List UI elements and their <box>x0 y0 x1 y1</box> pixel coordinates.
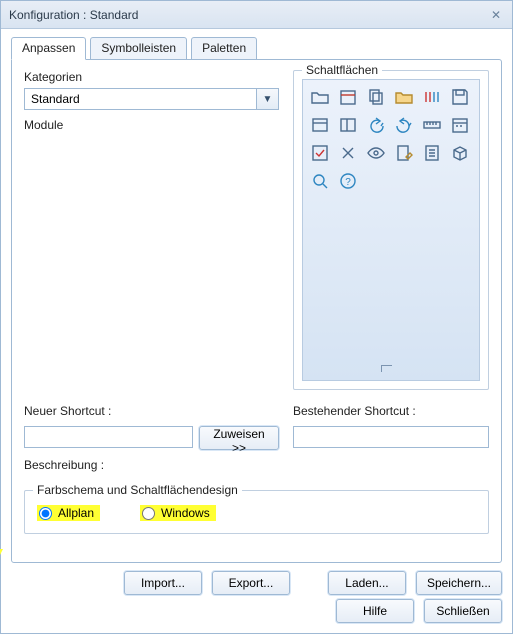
radio-allplan[interactable]: Allplan <box>37 505 100 521</box>
undo-icon[interactable] <box>365 114 387 136</box>
category-input[interactable] <box>25 89 256 109</box>
buttons-legend: Schaltflächen <box>302 63 382 77</box>
new-shortcut-label: Neuer Shortcut : <box>24 404 279 418</box>
existing-shortcut-label: Bestehender Shortcut : <box>293 404 489 418</box>
tab-anpassen[interactable]: Anpassen <box>11 37 86 60</box>
eye-icon[interactable] <box>365 142 387 164</box>
ruler-icon[interactable] <box>421 114 443 136</box>
config-dialog: Konfiguration : Standard ✕ Anpassen Symb… <box>0 0 513 634</box>
save-icon[interactable] <box>449 86 471 108</box>
window-title: Konfiguration : Standard <box>9 8 488 22</box>
radio-windows-label: Windows <box>161 506 210 520</box>
radio-allplan-input[interactable] <box>39 507 52 520</box>
open-folder-icon[interactable] <box>393 86 415 108</box>
checkbox-icon[interactable] <box>309 142 331 164</box>
tab-paletten[interactable]: Paletten <box>191 37 257 60</box>
copy-icon[interactable] <box>365 86 387 108</box>
box-icon[interactable] <box>449 142 471 164</box>
icon-panel: ? <box>302 79 480 381</box>
existing-shortcut-input[interactable] <box>293 426 489 448</box>
window-icon[interactable] <box>309 114 331 136</box>
assign-button[interactable]: Zuweisen >> <box>199 426 279 450</box>
folder-icon[interactable] <box>309 86 331 108</box>
search-zoom-icon[interactable] <box>309 170 331 192</box>
module-label: Module <box>24 118 279 132</box>
tab-strip: Anpassen Symbolleisten Paletten <box>11 37 502 60</box>
close-button[interactable]: Schließen <box>424 599 502 623</box>
help-icon[interactable]: ? <box>337 170 359 192</box>
load-button[interactable]: Laden... <box>328 571 406 595</box>
date-icon[interactable] <box>449 114 471 136</box>
redo-icon[interactable] <box>393 114 415 136</box>
save-button[interactable]: Speichern... <box>416 571 502 595</box>
calendar-icon[interactable] <box>337 86 359 108</box>
radio-windows[interactable]: Windows <box>140 505 216 521</box>
new-shortcut-input[interactable] <box>24 426 193 448</box>
scheme-legend: Farbschema und Schaltflächendesign <box>33 483 242 497</box>
category-combo[interactable]: ▼ <box>24 88 279 110</box>
chevron-down-icon[interactable]: ▼ <box>256 89 278 109</box>
close-icon[interactable]: ✕ <box>488 7 504 23</box>
layout-icon[interactable] <box>337 114 359 136</box>
titlebar: Konfiguration : Standard ✕ <box>1 1 512 29</box>
description-label: Beschreibung : <box>24 458 489 472</box>
export-button[interactable]: Export... <box>212 571 290 595</box>
categories-label: Kategorien <box>24 70 279 84</box>
radio-windows-input[interactable] <box>142 507 155 520</box>
footer-row-1: Import... Export... Laden... Speichern..… <box>11 571 502 595</box>
help-button[interactable]: Hilfe <box>336 599 414 623</box>
panel-resize-handle[interactable] <box>309 362 473 374</box>
buttons-fieldset: Schaltflächen <box>293 70 489 390</box>
bars-icon[interactable] <box>421 86 443 108</box>
page-icon[interactable] <box>421 142 443 164</box>
edit-page-icon[interactable] <box>393 142 415 164</box>
tab-panel: Kategorien ▼ Module Schaltflächen <box>11 59 502 563</box>
tab-symbolleisten[interactable]: Symbolleisten <box>90 37 187 60</box>
svg-text:?: ? <box>345 177 351 188</box>
icon-grid: ? <box>309 86 473 192</box>
tools-icon[interactable] <box>337 142 359 164</box>
import-button[interactable]: Import... <box>124 571 202 595</box>
radio-allplan-label: Allplan <box>58 506 94 520</box>
footer-row-2: Hilfe Schließen <box>11 599 502 623</box>
scheme-fieldset: Farbschema und Schaltflächendesign Allpl… <box>24 490 489 534</box>
